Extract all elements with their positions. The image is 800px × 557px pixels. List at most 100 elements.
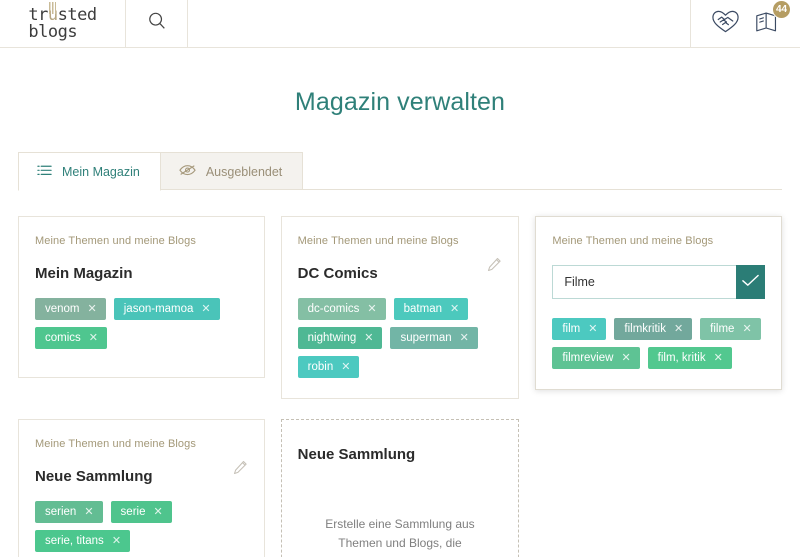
tag-label: filme — [710, 323, 735, 335]
logo-line2: blogs — [28, 22, 78, 42]
tag-chip[interactable]: serien ✕ — [35, 501, 103, 523]
tag-list: dc-comics ✕ batman ✕ nightwing ✕ superma… — [297, 298, 503, 378]
tag-remove-icon[interactable]: ✕ — [88, 303, 97, 315]
tag-label: comics — [45, 332, 81, 344]
tab-label: Mein Magazin — [62, 165, 140, 179]
collection-card-dc-comics[interactable]: Meine Themen und meine Blogs DC Comics d… — [280, 216, 520, 399]
app-header: trusted blogs 44 — [0, 0, 800, 48]
logo[interactable]: trusted blogs — [0, 0, 126, 48]
collection-cell: Neue Sammlung Erstelle eine Sammlung aus… — [273, 419, 528, 557]
tag-remove-icon[interactable]: ✕ — [89, 332, 98, 344]
tag-chip[interactable]: filmkritik ✕ — [614, 318, 693, 340]
tag-chip[interactable]: film ✕ — [552, 318, 607, 340]
tag-remove-icon[interactable]: ✕ — [588, 323, 597, 335]
tabs: Mein Magazin Ausgeblendet — [18, 152, 782, 191]
list-icon — [37, 164, 52, 180]
tag-label: dc-comics — [307, 303, 360, 315]
tag-label: filmkritik — [624, 323, 666, 335]
tag-chip[interactable]: superman ✕ — [390, 327, 478, 349]
edit-pencil-icon[interactable] — [233, 460, 248, 480]
tag-chip[interactable]: serie, titans ✕ — [35, 530, 131, 552]
collection-name-edit-row — [552, 265, 765, 299]
card-title: DC Comics — [297, 265, 378, 282]
page-title: Magazin verwalten — [294, 88, 506, 116]
tag-remove-icon[interactable]: ✕ — [367, 303, 376, 315]
tag-chip[interactable]: film, kritik ✕ — [647, 347, 732, 369]
collection-card-mein-magazin[interactable]: Meine Themen und meine Blogs Mein Magazi… — [18, 216, 265, 378]
collection-cell: Meine Themen und meine Blogs Mein Magazi… — [18, 216, 273, 399]
collection-card-filme-editing[interactable]: Meine Themen und meine Blogs film ✕ — [535, 216, 782, 390]
empty-cell — [527, 419, 782, 557]
tag-chip[interactable]: filmreview ✕ — [552, 347, 640, 369]
tab-ausgeblendet[interactable]: Ausgeblendet — [160, 152, 304, 190]
tag-remove-icon[interactable]: ✕ — [621, 352, 630, 364]
tag-label: venom — [45, 303, 80, 315]
card-title: Mein Magazin — [35, 265, 133, 282]
tag-label: batman — [403, 303, 442, 315]
tag-chip[interactable]: robin ✕ — [297, 356, 360, 378]
edit-pencil-icon[interactable] — [487, 257, 502, 277]
new-collection-dropzone[interactable]: Neue Sammlung Erstelle eine Sammlung aus… — [280, 419, 520, 557]
new-collection-title: Neue Sammlung — [297, 446, 416, 463]
tag-remove-icon[interactable]: ✕ — [341, 361, 350, 373]
check-icon — [741, 273, 760, 291]
tag-remove-icon[interactable]: ✕ — [364, 332, 373, 344]
header-icon-group: 44 — [691, 0, 800, 47]
tag-chip[interactable]: serie ✕ — [110, 501, 172, 523]
collections-grid: Meine Themen und meine Blogs Mein Magazi… — [0, 216, 800, 557]
confirm-name-button[interactable] — [736, 265, 765, 299]
tag-chip[interactable]: filme ✕ — [700, 318, 761, 340]
tag-label: film, kritik — [657, 352, 706, 364]
tag-remove-icon[interactable]: ✕ — [153, 506, 162, 518]
tag-chip[interactable]: venom ✕ — [35, 298, 106, 320]
collection-cell: Meine Themen und meine Blogs DC Comics d… — [273, 216, 528, 399]
tab-label: Ausgeblendet — [205, 164, 283, 179]
card-eyebrow: Meine Themen und meine Blogs — [35, 438, 196, 450]
tag-label: serien — [45, 506, 77, 518]
card-eyebrow: Meine Themen und meine Blogs — [35, 235, 196, 247]
card-eyebrow: Meine Themen und meine Blogs — [552, 235, 714, 247]
tag-list: film ✕ filmkritik ✕ filme ✕ filmreview ✕… — [552, 318, 765, 369]
card-eyebrow: Meine Themen und meine Blogs — [297, 235, 459, 247]
new-collection-description: Erstelle eine Sammlung aus Themen und Bl… — [306, 517, 493, 557]
tag-label: film — [562, 323, 581, 335]
tag-remove-icon[interactable]: ✕ — [201, 303, 210, 315]
search-button[interactable] — [126, 0, 188, 47]
eye-slash-icon — [179, 164, 196, 179]
tag-label: jason-mamoa — [123, 303, 194, 315]
tag-chip[interactable]: nightwing ✕ — [297, 327, 383, 349]
tag-list: venom ✕ jason-mamoa ✕ comics ✕ — [35, 298, 248, 349]
tag-remove-icon[interactable]: ✕ — [742, 323, 751, 335]
tag-remove-icon[interactable]: ✕ — [714, 352, 723, 364]
collection-cell: Meine Themen und meine Blogs Neue Sammlu… — [18, 419, 273, 557]
logo-u-mark: u — [47, 5, 58, 25]
tag-chip[interactable]: jason-mamoa ✕ — [113, 298, 220, 320]
header-spacer — [188, 0, 691, 47]
collection-cell: Meine Themen und meine Blogs film ✕ — [527, 216, 782, 399]
handshake-heart-icon[interactable] — [711, 8, 740, 39]
tag-remove-icon[interactable]: ✕ — [460, 332, 469, 344]
tag-chip[interactable]: dc-comics ✕ — [297, 298, 386, 320]
tag-label: filmreview — [562, 352, 614, 364]
message-count-badge: 44 — [772, 0, 791, 19]
search-icon — [146, 10, 168, 37]
tag-label: superman — [400, 332, 452, 344]
card-title: Neue Sammlung — [35, 468, 153, 485]
logo-text: trusted blogs — [28, 5, 97, 42]
tag-remove-icon[interactable]: ✕ — [84, 506, 93, 518]
tag-chip[interactable]: comics ✕ — [35, 327, 107, 349]
collection-name-input[interactable] — [552, 265, 737, 299]
tag-label: robin — [307, 361, 334, 373]
book-speech-icon[interactable]: 44 — [754, 0, 791, 39]
collection-card-neue-sammlung[interactable]: Meine Themen und meine Blogs Neue Sammlu… — [18, 419, 265, 557]
tag-remove-icon[interactable]: ✕ — [450, 303, 459, 315]
tag-label: serie, titans — [45, 535, 104, 547]
tag-chip[interactable]: batman ✕ — [393, 298, 469, 320]
tag-label: nightwing — [307, 332, 357, 344]
tag-remove-icon[interactable]: ✕ — [112, 535, 121, 547]
tag-remove-icon[interactable]: ✕ — [674, 323, 683, 335]
tag-list: serien ✕ serie ✕ serie, titans ✕ — [35, 501, 248, 552]
tag-label: serie — [120, 506, 146, 518]
tab-mein-magazin[interactable]: Mein Magazin — [18, 152, 161, 191]
tabs-container: Mein Magazin Ausgeblendet — [0, 152, 800, 191]
